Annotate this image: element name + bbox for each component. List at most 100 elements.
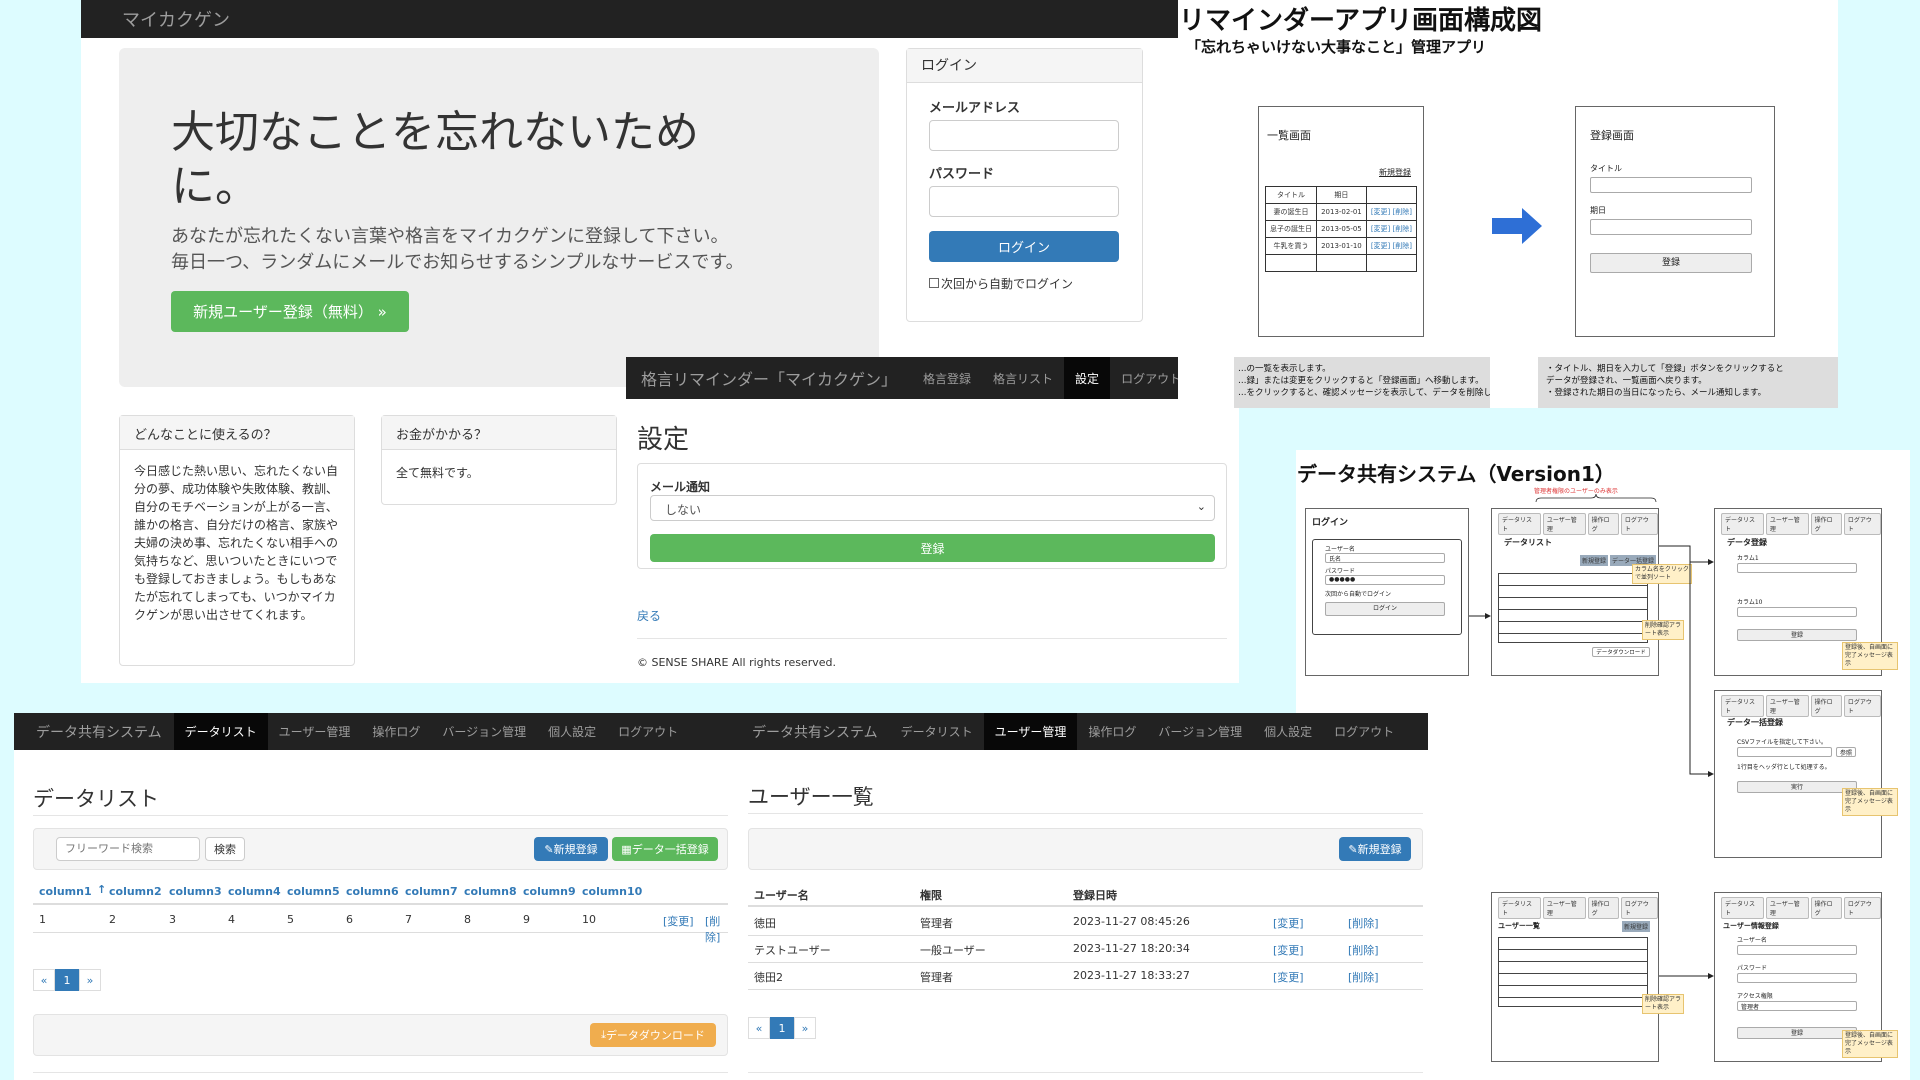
pager-next[interactable]: » [79,969,101,991]
hero-title: 大切なことを忘れないために。 [171,107,699,212]
col-header[interactable]: column3 [169,885,222,898]
edit-link[interactable]: [変更] [1273,915,1304,931]
hero-desc-1: あなたが忘れたくない言葉や格言をマイカクゲンに登録して下さい。 [171,226,729,247]
settings-brand[interactable]: 格言リマインダー「マイカクゲン」 [626,366,912,390]
edit-link[interactable]: [変更] [1273,942,1304,958]
user-name: 徳田2 [754,971,783,984]
nav-settings[interactable]: 設定 [1064,357,1111,399]
col-header[interactable]: column4 [228,885,281,898]
login-button[interactable]: ログイン [929,231,1119,262]
mock-reg-button: 登録 [1590,253,1752,273]
back-link[interactable]: 戻る [637,607,661,624]
feature-card-1: どんなことに使えるの？ 今日感じた熱い思い、忘れたくない自分の夢、成功体験や失敗… [119,415,355,666]
settings-title: 設定 [637,425,690,455]
edit-link[interactable]: [変更] [1273,969,1304,985]
users-title-divider [748,813,1423,814]
mail-notify-select[interactable]: しない ⌄ [650,495,1215,521]
cell: 9 [523,913,530,926]
col-header[interactable]: column9 [523,885,576,898]
delete-link[interactable]: [削除] [1348,915,1379,931]
nav-personal[interactable]: 個人設定 [537,713,607,750]
mock-reg-input2 [1590,219,1752,235]
cell: 3 [169,913,176,926]
pager-page-1[interactable]: 1 [770,1017,794,1039]
footer-divider [637,638,1227,639]
col-header[interactable]: column2 [109,885,162,898]
mock-register-screen: 登録画面 タイトル 期日 登録 [1575,106,1775,337]
mock-cell: 妻の誕生日 [1264,203,1318,221]
nav-version[interactable]: バージョン管理 [431,713,537,750]
bulk-register-button[interactable]: ▦ データ一括登録 [612,837,718,861]
mock-list-title: 一覧画面 [1267,129,1311,142]
password-field[interactable] [929,186,1119,217]
pagination: « 1 » [33,969,101,991]
col-header[interactable]: column8 [464,885,517,898]
note-right-line-2: データが登録され、一覧画面へ戻ります。 [1546,376,1707,386]
search-input[interactable] [56,837,200,861]
delete-link[interactable]: [削除] [1348,942,1379,958]
nav-kakugen-register[interactable]: 格言登録 [912,357,982,399]
mock-list-screen: 一覧画面 新規登録 タイトル 期日 妻の誕生日 2013-02-01 [変更] [削除… [1258,106,1424,337]
col-header[interactable]: column1 [39,885,92,898]
brand-link[interactable]: マイカクゲン [81,6,252,32]
cell: 6 [346,913,353,926]
col-header[interactable]: column10 [582,885,642,898]
user-date: 2023-11-27 18:20:34 [1073,942,1190,955]
new-data-button[interactable]: ✎ 新規登録 [534,837,608,861]
col-header[interactable]: column5 [287,885,340,898]
nav-oplog[interactable]: 操作ログ [1077,713,1147,750]
nav-version[interactable]: バージョン管理 [1147,713,1253,750]
search-button[interactable]: 検索 [205,837,245,861]
settings-submit-button[interactable]: 登録 [650,534,1215,562]
pager-next[interactable]: » [794,1017,816,1039]
nav-user-admin[interactable]: ユーザー管理 [268,713,362,750]
cell: 8 [464,913,471,926]
edit-link[interactable]: [変更] [663,913,694,929]
feature-card-2: お金がかかる？ 全て無料です。 [381,415,617,505]
note-right-line-3: ・登録された期日の当日になったら、メール通知します。 [1546,388,1767,398]
datalist-footer-well: ⤓ データダウンロード [33,1014,728,1056]
datalist-title-divider [33,815,728,816]
nav-logout[interactable]: ログアウト [607,713,689,750]
cell: 5 [287,913,294,926]
register-button[interactable]: 新規ユーザー登録（無料） » [171,291,409,332]
pager-prev[interactable]: « [33,969,55,991]
datalist-table-header: column1 ↑ column2 column3 column4 column5… [33,883,728,905]
new-user-button[interactable]: ✎ 新規登録 [1339,837,1411,861]
new-user-label: 新規登録 [1357,843,1402,856]
nav-user-admin[interactable]: ユーザー管理 [983,713,1078,750]
pager-prev[interactable]: « [748,1017,770,1039]
mock-reg-label2: 期日 [1590,206,1606,215]
col-header[interactable]: column6 [346,885,399,898]
remember-checkbox[interactable] [929,278,939,288]
users-brand[interactable]: データ共有システム [742,722,890,742]
remember-label: 次回から自動でログイン [941,277,1074,291]
cell: 10 [582,913,596,926]
datalist-page-screenshot: データ共有システム データリスト ユーザー管理 操作ログ バージョン管理 個人設… [14,713,742,1080]
note-left-line-3: …をクリックすると、確認メッセージを表示して、データを削除します。 [1238,388,1490,398]
users-page-screenshot: データ共有システム データリスト ユーザー管理 操作ログ バージョン管理 個人設… [742,713,1428,1080]
users-bottom-divider [748,1072,1423,1073]
delete-link[interactable]: [削除] [1348,969,1379,985]
cell: 2 [109,913,116,926]
mock-cell: 2013-02-01 [1316,203,1367,221]
datalist-brand[interactable]: データ共有システム [14,722,174,742]
bulk-register-label: データ一括登録 [631,843,709,856]
mock-cell: 2013-05-05 [1316,220,1367,238]
mock-reg-input1 [1590,177,1752,193]
pager-page-1[interactable]: 1 [55,969,79,991]
nav-kakugen-list[interactable]: 格言リスト [982,357,1064,399]
download-button[interactable]: ⤓ データダウンロード [590,1023,716,1047]
nav-personal[interactable]: 個人設定 [1253,713,1323,750]
delete-link[interactable]: [削除] [705,913,728,945]
nav-datalist[interactable]: データリスト [890,713,984,750]
nav-logout[interactable]: ログアウト [1323,713,1405,750]
arrow-right-icon [1492,208,1542,244]
nav-datalist[interactable]: データリスト [173,713,268,750]
nav-oplog[interactable]: 操作ログ [361,713,431,750]
col-header[interactable]: column7 [405,885,458,898]
email-field[interactable] [929,120,1119,151]
feature-card-1-title: どんなことに使えるの？ [120,416,354,450]
user-role: 一般ユーザー [920,944,986,957]
table-row: 徳田 管理者 2023-11-27 08:45:26 [変更] [削除] [748,909,1423,936]
